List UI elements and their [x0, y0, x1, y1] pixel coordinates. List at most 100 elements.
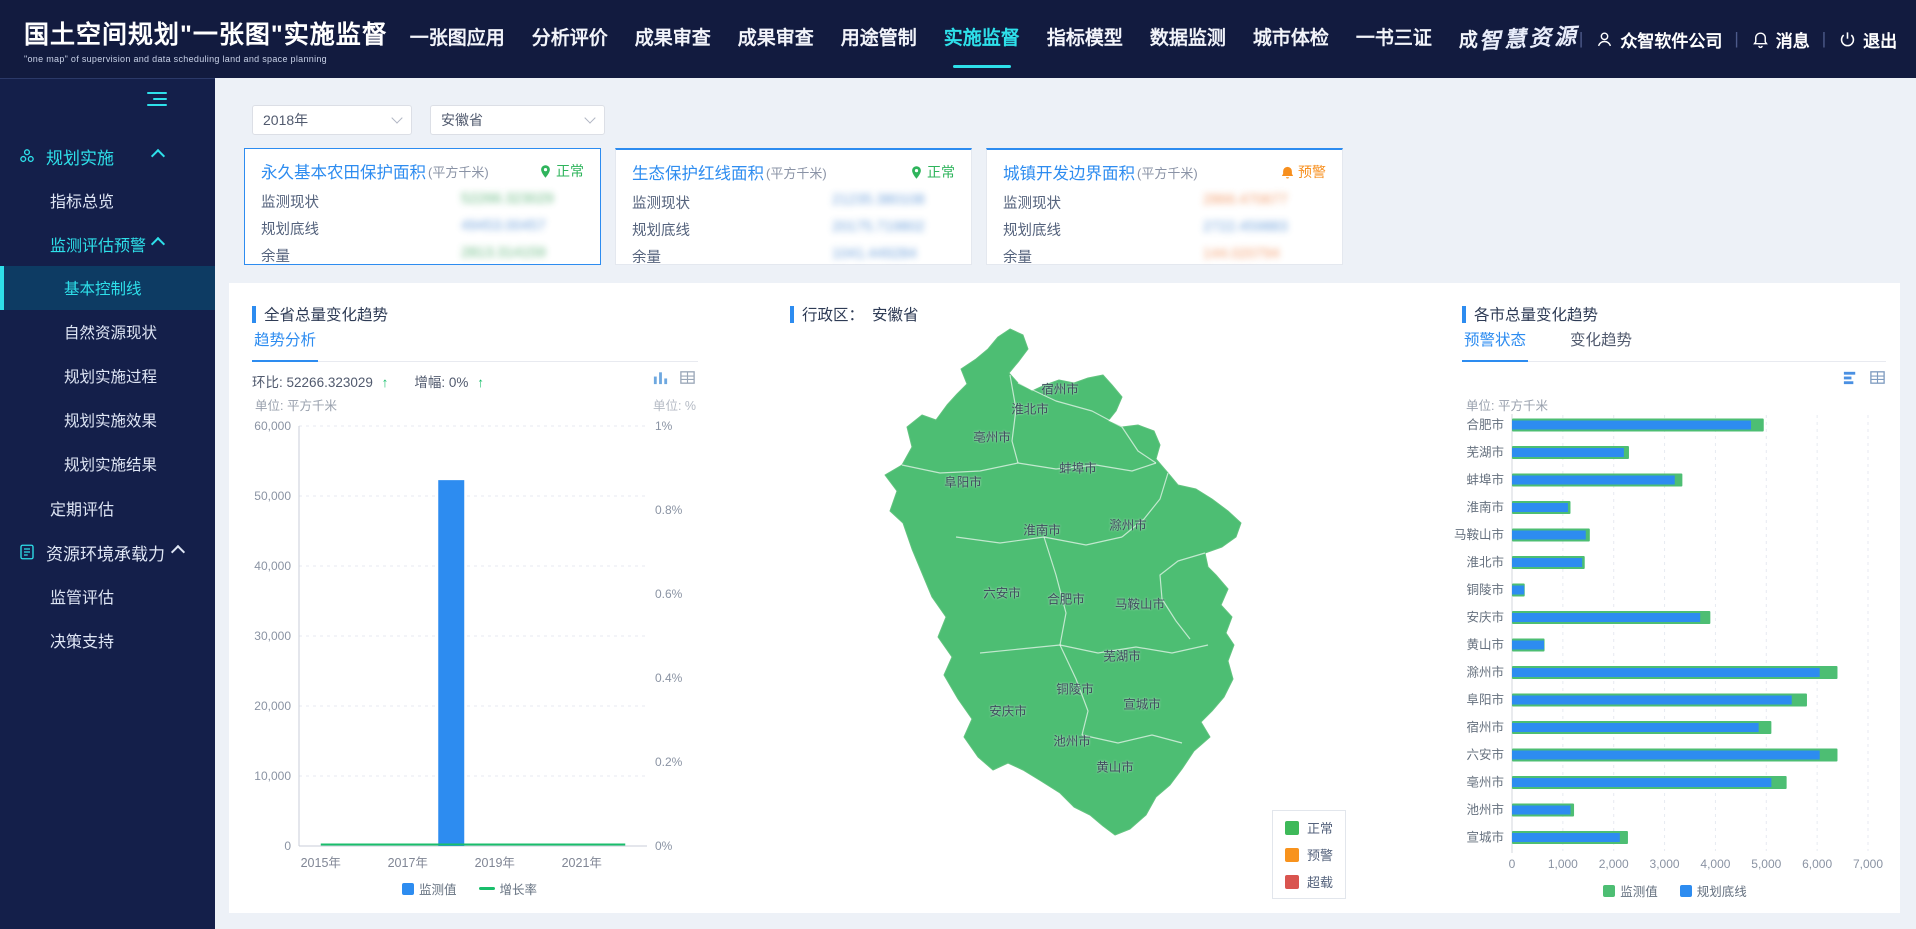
map-city-label: 阜阳市 [944, 472, 982, 491]
bar-chart-icon[interactable] [652, 369, 669, 386]
sidebar-item-10[interactable]: 资源环境承载力 [0, 530, 215, 574]
svg-text:0.2%: 0.2% [655, 755, 683, 769]
sidebar-item-11[interactable]: 监管评估 [0, 574, 215, 618]
svg-text:宣城市: 宣城市 [1466, 830, 1504, 845]
hbar-chart-icon[interactable] [1842, 369, 1859, 386]
sidebar-item-3[interactable]: 监测评估预警 [0, 222, 215, 266]
nav-item-9[interactable]: 城市体检 [1253, 0, 1329, 78]
nav-item-3[interactable]: 成果审查 [635, 0, 711, 78]
nav-item-2[interactable]: 分析评价 [532, 0, 608, 78]
nav-item-5[interactable]: 用途管制 [841, 0, 917, 78]
nav-item-11[interactable]: 成智慧资源 [1459, 0, 1579, 78]
nav-item-1[interactable]: 一张图应用 [410, 0, 505, 78]
card-row-value: 2866.470677 [1203, 192, 1288, 208]
region-map-section: 行政区： 安徽省 宿州市淮北市亳州市蚌埠市阜阳市滁州市淮南市六安市合肥市马鞍山市… [710, 283, 1450, 913]
sidebar-item-9[interactable]: 定期评估 [0, 486, 215, 530]
trend-stats: 环比: 52266.323029 ↑ 增幅: 0% ↑ [252, 371, 484, 391]
city-trend-chart[interactable]: 01,0002,0003,0004,0005,0006,0007,000合肥市芜… [1450, 409, 1900, 875]
svg-text:2,000: 2,000 [1599, 857, 1629, 871]
province-trend-chart[interactable]: 60,00050,00040,00030,00020,00010,00001%0… [229, 409, 710, 871]
svg-text:20,000: 20,000 [254, 699, 291, 713]
nav-item-4[interactable]: 成果审查 [738, 0, 814, 78]
region-select[interactable]: 安徽省 [430, 105, 605, 135]
legend-item[interactable]: 增长率 [479, 879, 538, 898]
huanbi-stat: 环比: 52266.323029 ↑ [252, 371, 388, 391]
app-subtitle: "one map" of supervision and data schedu… [24, 54, 388, 64]
legend-item[interactable]: 监测值 [402, 879, 457, 898]
status-badge: 正常 [909, 162, 955, 182]
year-select[interactable]: 2018年 [252, 105, 412, 135]
bell-icon [1751, 30, 1770, 49]
sidebar-item-2[interactable]: 指标总览 [0, 178, 215, 222]
svg-text:蚌埠市: 蚌埠市 [1466, 472, 1504, 487]
nav-item-10[interactable]: 一书三证 [1356, 0, 1432, 78]
stat-card-2[interactable]: 生态保护红线面积(平方千米)正常监测现状21235.380108规划底线2017… [615, 148, 972, 265]
user-account[interactable]: 众智软件公司 [1595, 27, 1722, 52]
sidebar-item-label: 资源环境承载力 [46, 540, 165, 565]
tab-trend-analysis[interactable]: 趋势分析 [252, 331, 318, 362]
card-row-value: 20175.719802 [832, 219, 925, 235]
map-city-label: 铜陵市 [1056, 679, 1094, 698]
svg-text:30,000: 30,000 [254, 629, 291, 643]
sidebar-item-label: 定期评估 [50, 496, 114, 520]
status-icon [1280, 165, 1295, 180]
svg-text:40,000: 40,000 [254, 559, 291, 573]
page: 国土空间规划"一张图"实施监督 "one map" of supervision… [0, 0, 1916, 929]
messages-button[interactable]: 消息 [1751, 27, 1810, 52]
messages-label: 消息 [1776, 27, 1810, 52]
legend-item[interactable]: 规划底线 [1680, 881, 1747, 900]
card-row-label: 余量 [1003, 250, 1032, 266]
right-tabs: 预警状态 变化趋势 [1462, 331, 1886, 362]
svg-text:60,000: 60,000 [254, 419, 291, 433]
anhui-province-map[interactable] [860, 323, 1280, 843]
svg-text:7,000: 7,000 [1853, 857, 1883, 871]
card-row-label: 规划底线 [632, 223, 690, 239]
tab-change-trend[interactable]: 变化趋势 [1568, 331, 1634, 361]
nav-item-6[interactable]: 实施监督 [944, 0, 1020, 78]
sidebar-item-6[interactable]: 规划实施过程 [0, 354, 215, 398]
svg-text:3,000: 3,000 [1650, 857, 1680, 871]
table-icon[interactable] [1869, 369, 1886, 386]
sidebar-item-label: 规划实施过程 [64, 365, 157, 387]
stat-card-3[interactable]: 城镇开发边界面积(平方千米)预警监测现状2866.470677规划底线2722.… [986, 148, 1343, 265]
up-arrow-icon: ↑ [382, 375, 389, 390]
sidebar-item-5[interactable]: 自然资源现状 [0, 310, 215, 354]
legend-label: 规划底线 [1697, 881, 1747, 900]
stat-card-1[interactable]: 永久基本农田保护面积(平方千米)正常监测现状52266.323029规划底线49… [244, 148, 601, 265]
card-row-label: 监测现状 [261, 195, 319, 211]
status-label: 正常 [556, 161, 584, 181]
nav-right: | 众智软件公司 | 消息 | 退出 [1579, 27, 1897, 52]
legend-label: 正常 [1307, 818, 1333, 837]
card-row-label: 监测现状 [632, 196, 690, 212]
sidebar-item-8[interactable]: 规划实施结果 [0, 442, 215, 486]
svg-text:1,000: 1,000 [1548, 857, 1578, 871]
menu-toggle-icon[interactable] [147, 88, 167, 110]
status-badge: 预警 [1280, 162, 1326, 182]
svg-text:安庆市: 安庆市 [1466, 610, 1504, 625]
card-row-value: 2813.314159 [461, 245, 546, 261]
app-title: 国土空间规划"一张图"实施监督 [24, 15, 388, 51]
table-icon[interactable] [679, 369, 696, 386]
city-trend-section: 各市总量变化趋势 预警状态变化趋势 单位: 平方千米 01,0002,0003,… [1450, 283, 1900, 913]
legend-label: 增长率 [500, 879, 538, 898]
legend-item[interactable]: 监测值 [1603, 881, 1658, 900]
sidebar-item-12[interactable]: 决策支持 [0, 618, 215, 662]
sidebar-item-4[interactable]: 基本控制线 [0, 266, 215, 310]
legend-marker [1603, 885, 1615, 897]
card-row-label: 规划底线 [1003, 223, 1061, 239]
logout-button[interactable]: 退出 [1838, 27, 1897, 52]
sidebar-item-1[interactable]: 规划实施 [0, 134, 215, 178]
nav-item-8[interactable]: 数据监测 [1150, 0, 1226, 78]
tab-warning-status[interactable]: 预警状态 [1462, 331, 1528, 362]
status-icon [909, 165, 924, 180]
chevron-down-icon [584, 112, 595, 123]
chevron-down-icon [391, 112, 402, 123]
legend-label: 监测值 [419, 879, 457, 898]
nav-item-7[interactable]: 指标模型 [1047, 0, 1123, 78]
card-row: 监测现状2866.470677 [1003, 192, 1326, 211]
sidebar-item-7[interactable]: 规划实施效果 [0, 398, 215, 442]
svg-text:2019年: 2019年 [475, 856, 515, 870]
left-chart-toolbar [652, 369, 696, 386]
card-row-value: 1041.449284 [832, 246, 917, 262]
legend-marker [1680, 885, 1692, 897]
